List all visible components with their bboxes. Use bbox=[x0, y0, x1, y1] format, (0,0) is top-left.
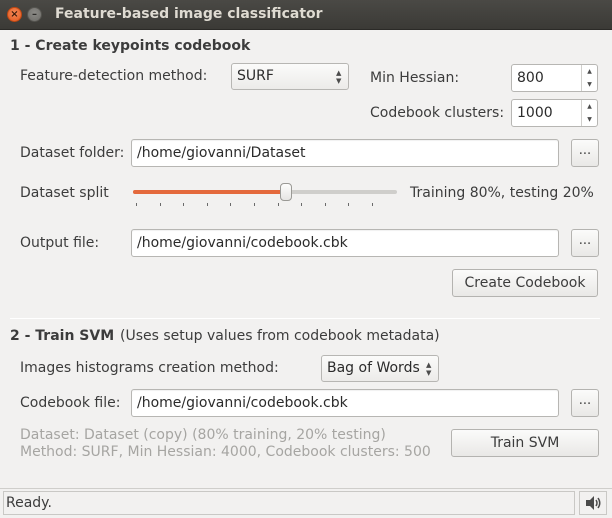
svm-info-dataset: Dataset: Dataset (copy) (80% training, 2… bbox=[20, 427, 386, 443]
train-svm-button[interactable]: Train SVM bbox=[451, 429, 599, 457]
speaker-button[interactable] bbox=[579, 491, 607, 515]
histogram-method-select[interactable]: Bag of Words ▲ ▼ bbox=[321, 355, 439, 382]
feature-method-value: SURF bbox=[237, 68, 274, 84]
svm-section-title: 2 - Train SVM bbox=[10, 328, 115, 344]
slider-tick bbox=[136, 203, 137, 206]
spin-arrows-icon[interactable]: ▲ ▼ bbox=[581, 100, 597, 126]
codebook-file-value: /home/giovanni/codebook.cbk bbox=[137, 395, 348, 411]
slider-tick bbox=[324, 203, 326, 206]
codebook-file-input[interactable]: /home/giovanni/codebook.cbk bbox=[131, 389, 559, 417]
min-hessian-label: Min Hessian: bbox=[370, 70, 460, 86]
slider-tick bbox=[159, 203, 161, 206]
min-hessian-spinbox[interactable]: 800 ▲ ▼ bbox=[511, 64, 598, 92]
close-button[interactable]: × bbox=[7, 7, 22, 22]
feature-method-select[interactable]: SURF ▲ ▼ bbox=[231, 63, 349, 90]
combo-arrows-icon: ▲ ▼ bbox=[336, 69, 342, 85]
slider-tick bbox=[348, 203, 350, 206]
output-file-value: /home/giovanni/codebook.cbk bbox=[137, 235, 348, 251]
slider-tick bbox=[277, 203, 279, 206]
slider-tick bbox=[372, 203, 373, 206]
speaker-icon bbox=[586, 496, 601, 510]
dataset-split-text: Training 80%, testing 20% bbox=[410, 185, 594, 201]
output-file-label: Output file: bbox=[20, 235, 100, 251]
minimize-button[interactable]: – bbox=[27, 7, 42, 22]
codebook-clusters-label: Codebook clusters: bbox=[370, 105, 505, 121]
section-separator bbox=[10, 318, 600, 319]
output-file-browse-button[interactable]: ... bbox=[571, 229, 599, 257]
codebook-clusters-value: 1000 bbox=[517, 105, 553, 121]
codebook-clusters-spinbox[interactable]: 1000 ▲ ▼ bbox=[511, 99, 598, 127]
dataset-split-label: Dataset split bbox=[20, 185, 109, 201]
slider-tick bbox=[183, 203, 185, 206]
create-codebook-button[interactable]: Create Codebook bbox=[452, 269, 598, 297]
dataset-folder-input[interactable]: /home/giovanni/Dataset bbox=[131, 139, 559, 167]
output-file-input[interactable]: /home/giovanni/codebook.cbk bbox=[131, 229, 559, 257]
feature-method-label: Feature-detection method: bbox=[20, 68, 208, 84]
combo-arrows-icon: ▲ ▼ bbox=[426, 361, 432, 377]
svm-section-subtitle: (Uses setup values from codebook metadat… bbox=[120, 328, 440, 344]
slider-tick bbox=[301, 203, 303, 206]
status-text: Ready. bbox=[6, 495, 52, 511]
slider-tick bbox=[230, 203, 232, 206]
codebook-section-title: 1 - Create keypoints codebook bbox=[10, 38, 251, 54]
dataset-folder-value: /home/giovanni/Dataset bbox=[137, 145, 306, 161]
svm-info-method: Method: SURF, Min Hessian: 4000, Codeboo… bbox=[20, 444, 431, 460]
slider-tick bbox=[254, 203, 255, 206]
dataset-split-slider-fill bbox=[133, 190, 286, 194]
dataset-split-slider-handle[interactable] bbox=[279, 183, 292, 201]
histogram-method-label: Images histograms creation method: bbox=[20, 360, 279, 376]
spin-arrows-icon[interactable]: ▲ ▼ bbox=[581, 65, 597, 91]
dataset-folder-label: Dataset folder: bbox=[20, 145, 125, 161]
minimize-icon: – bbox=[32, 8, 37, 20]
window-title: Feature-based image classificator bbox=[55, 6, 323, 22]
codebook-file-browse-button[interactable]: ... bbox=[571, 389, 599, 417]
min-hessian-value: 800 bbox=[517, 70, 544, 86]
close-icon: × bbox=[10, 8, 19, 20]
slider-tick bbox=[206, 203, 208, 206]
status-box bbox=[3, 491, 575, 515]
codebook-file-label: Codebook file: bbox=[20, 395, 121, 411]
dataset-folder-browse-button[interactable]: ... bbox=[571, 139, 599, 167]
histogram-method-value: Bag of Words bbox=[327, 360, 420, 376]
